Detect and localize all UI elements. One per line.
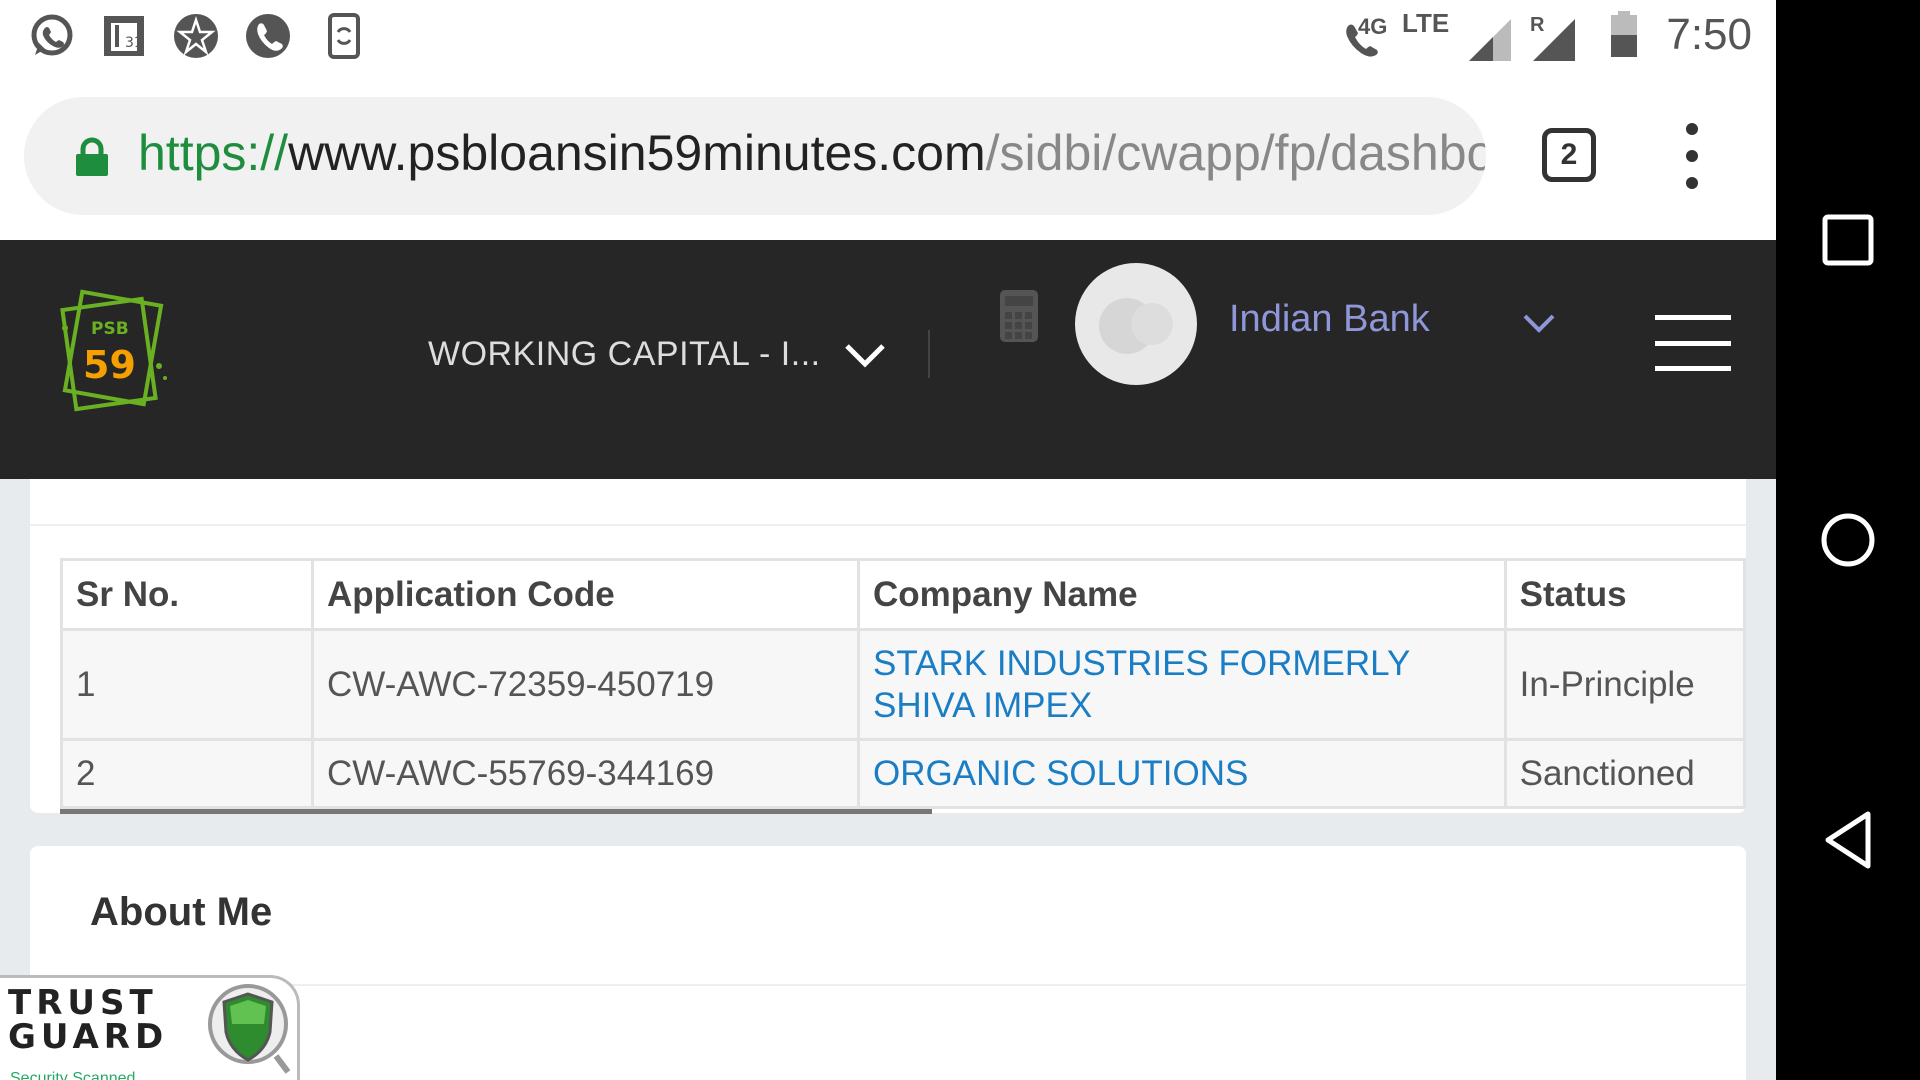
calculator-icon[interactable] — [1000, 290, 1038, 342]
back-triangle-icon — [1825, 811, 1871, 869]
browser-menu-icon[interactable] — [1680, 123, 1704, 189]
column-header-application-code: Application Code — [310, 558, 861, 631]
tab-switcher-button[interactable]: 2 — [1542, 128, 1596, 182]
applications-table: Sr No. Application Code Company Name Sta… — [60, 558, 1746, 809]
cell-status: In-Principle — [1503, 628, 1746, 741]
recents-square-icon — [1822, 214, 1874, 266]
cell-sr: 2 — [60, 738, 314, 809]
url-text[interactable]: https://www.psbloansin59minutes.com/sidb… — [138, 124, 1486, 182]
cell-company: ORGANIC SOLUTIONS — [857, 738, 1507, 809]
signal-icon — [1466, 16, 1514, 64]
network-label: LTE — [1402, 8, 1450, 38]
loan-module-select[interactable]: WORKING CAPITAL - I... — [428, 335, 821, 374]
app-header: PSB 59 WORKING CAPITAL - I... Indian Ban… — [0, 240, 1776, 479]
trust-guard-caption: Security Scanned — [10, 1070, 136, 1080]
recents-button[interactable] — [1776, 180, 1920, 300]
home-button[interactable] — [1776, 480, 1920, 600]
company-link[interactable]: ORGANIC SOLUTIONS — [873, 754, 1248, 793]
trust-guard-line2: GUARD — [8, 1017, 169, 1057]
table-row: 2 CW-AWC-55769-344169 ORGANIC SOLUTIONS … — [60, 738, 1746, 809]
app-icon — [172, 12, 220, 60]
logo-number: 59 — [83, 343, 136, 387]
url-host: www.psbloansin59minutes.com — [288, 125, 986, 181]
horizontal-scrollbar[interactable] — [60, 809, 932, 814]
system-navigation-bar — [1776, 0, 1920, 1080]
column-header-company-name: Company Name — [857, 558, 1507, 631]
url-scheme: https:// — [138, 125, 289, 181]
shield-icon — [208, 984, 290, 1074]
phone-icon — [244, 12, 292, 60]
avatar-shape-secondary — [1131, 303, 1173, 345]
chevron-down-icon[interactable] — [843, 336, 887, 376]
url-path: /sidbi/cwapp/fp/dashboard — [985, 125, 1486, 181]
signal-roaming-icon — [1530, 16, 1578, 64]
home-circle-icon — [1821, 513, 1875, 567]
column-header-status: Status — [1503, 558, 1746, 631]
battery-icon — [1600, 10, 1648, 58]
logo-text-top: PSB — [91, 319, 129, 339]
applications-table-scroll[interactable]: Sr No. Application Code Company Name Sta… — [60, 558, 1746, 812]
whatsapp-icon — [28, 12, 76, 60]
phone-sync-icon — [320, 12, 368, 60]
company-link[interactable]: STARK INDUSTRIES FORMERLY SHIVA IMPEX — [873, 644, 1410, 725]
address-bar[interactable]: https://www.psbloansin59minutes.com/sidb… — [24, 97, 1486, 215]
cell-sr: 1 — [60, 628, 314, 741]
cell-application-code: CW-AWC-55769-344169 — [310, 738, 861, 809]
trust-guard-logo-text: TRUST GUARD — [8, 986, 168, 1054]
browser-toolbar: https://www.psbloansin59minutes.com/sidb… — [0, 73, 1776, 240]
calendar-icon: 31 — [100, 12, 148, 60]
network-small-label: 4G — [1358, 14, 1388, 39]
applications-card: Sr No. Application Code Company Name Sta… — [30, 479, 1746, 814]
trust-guard-badge[interactable]: TRUST GUARD Security Scanned — [0, 975, 300, 1080]
clock: 7:50 — [1666, 10, 1752, 59]
phone-screen: 31 4G LTE R 7:50 https://www.psbloansin5… — [0, 0, 1776, 1080]
status-bar: 31 4G LTE R 7:50 — [0, 0, 1776, 73]
psb-logo[interactable]: PSB 59 — [55, 288, 175, 418]
card-divider — [30, 524, 1746, 526]
cell-application-code: CW-AWC-72359-450719 — [310, 628, 861, 741]
cell-status: Sanctioned — [1503, 738, 1746, 809]
lock-icon — [76, 137, 108, 176]
trust-guard-line1: TRUST — [8, 983, 158, 1023]
bank-name[interactable]: Indian Bank — [1229, 298, 1430, 341]
back-button[interactable] — [1776, 780, 1920, 900]
header-divider — [928, 330, 930, 378]
cell-company: STARK INDUSTRIES FORMERLY SHIVA IMPEX — [857, 628, 1507, 741]
table-header-row: Sr No. Application Code Company Name Sta… — [60, 558, 1746, 631]
bank-chevron-down-icon[interactable] — [1521, 308, 1557, 338]
svg-text:31: 31 — [125, 35, 143, 51]
hamburger-menu-icon[interactable] — [1655, 315, 1731, 371]
table-row: 1 CW-AWC-72359-450719 STARK INDUSTRIES F… — [60, 628, 1746, 741]
about-me-title: About Me — [90, 890, 273, 934]
column-header-sr: Sr No. — [60, 558, 314, 631]
